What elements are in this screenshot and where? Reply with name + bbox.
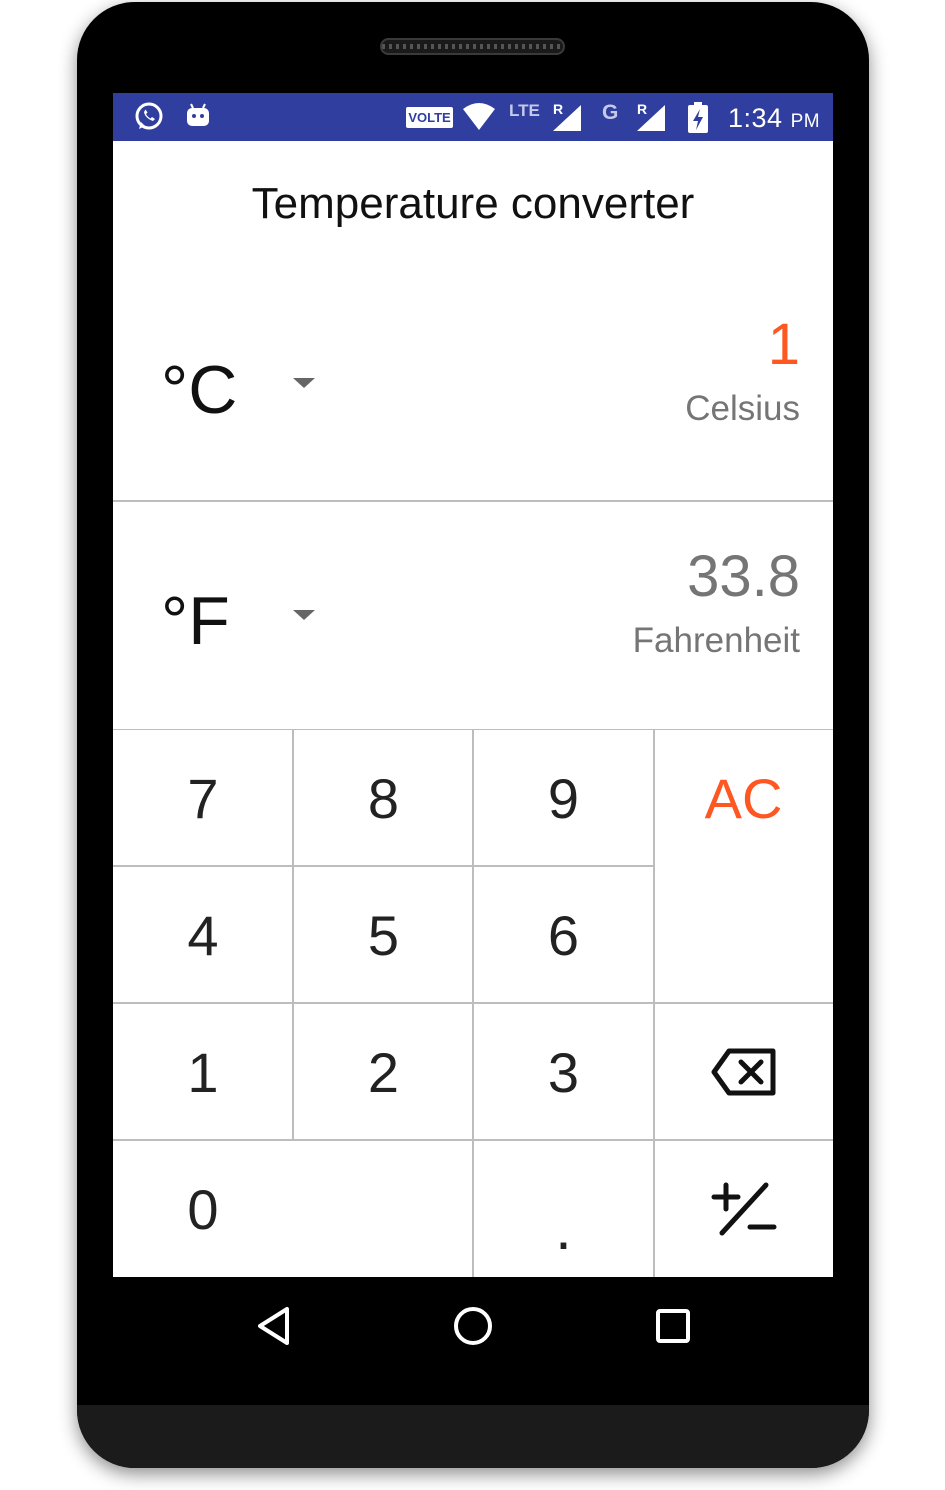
status-bar: VOLTE LTE R G R 1:34 PM [113,93,833,141]
output-unit-symbol: °F [161,583,230,659]
key-7[interactable]: 7 [113,730,293,866]
backspace-icon [711,1048,775,1096]
output-value: 33.8 [687,544,800,609]
clock-time: 1:34 [728,103,783,133]
lte-label: LTE [509,101,540,120]
output-unit-dropdown-icon[interactable] [293,610,315,620]
keypad: 7 8 9 AC 4 5 6 1 2 3 0 . [113,730,833,1277]
back-nav-icon[interactable] [255,1305,293,1347]
clock-ampm: PM [790,111,821,132]
home-nav-icon[interactable] [452,1305,494,1347]
clock: 1:34 PM [728,103,820,134]
g-network-label: G [602,101,619,124]
key-4[interactable]: 4 [113,867,293,1003]
key-9[interactable]: 9 [474,730,653,866]
key-0[interactable]: 0 [113,1141,293,1277]
key-decimal[interactable]: . [474,1141,653,1277]
key-8[interactable]: 8 [294,730,473,866]
phone-chin [77,1405,869,1468]
backspace-button[interactable] [654,1004,833,1140]
grid-divider [113,865,654,867]
key-1[interactable]: 1 [113,1004,293,1140]
battery-charging-icon [688,102,708,133]
page-title: Temperature converter [251,179,695,228]
key-2[interactable]: 2 [294,1004,473,1140]
input-unit-selector[interactable]: °C [161,351,237,429]
input-unit-dropdown-icon[interactable] [293,378,315,388]
grid-divider [113,1002,833,1004]
key-5[interactable]: 5 [294,867,473,1003]
input-value[interactable]: 1 [768,311,800,378]
output-row[interactable]: °F 33.8 Fahrenheit [113,501,833,731]
input-unit-name: Celsius [685,389,800,428]
key-6[interactable]: 6 [474,867,653,1003]
key-0-extension[interactable] [294,1141,473,1277]
key-3[interactable]: 3 [474,1004,653,1140]
plus-minus-button[interactable] [654,1141,833,1277]
earpiece-speaker [380,38,565,55]
signal-icon-2 [637,105,665,131]
whatsapp-icon [135,102,163,130]
signal-icon [553,105,581,131]
grid-divider [292,730,294,1141]
clear-button[interactable]: AC [654,730,833,866]
android-debug-icon [187,103,209,126]
volte-badge: VOLTE [406,107,453,128]
plus-minus-icon [711,1182,776,1236]
grid-divider [113,1139,833,1141]
wifi-icon [463,103,495,130]
app-screen: VOLTE LTE R G R 1:34 PM Temperature conv… [113,93,833,1277]
recents-nav-icon[interactable] [654,1307,692,1345]
input-row[interactable]: °C 1 Celsius [113,271,833,502]
output-unit-selector[interactable]: °F [161,582,230,660]
output-unit-name: Fahrenheit [632,621,800,660]
input-unit-symbol: °C [161,352,238,428]
